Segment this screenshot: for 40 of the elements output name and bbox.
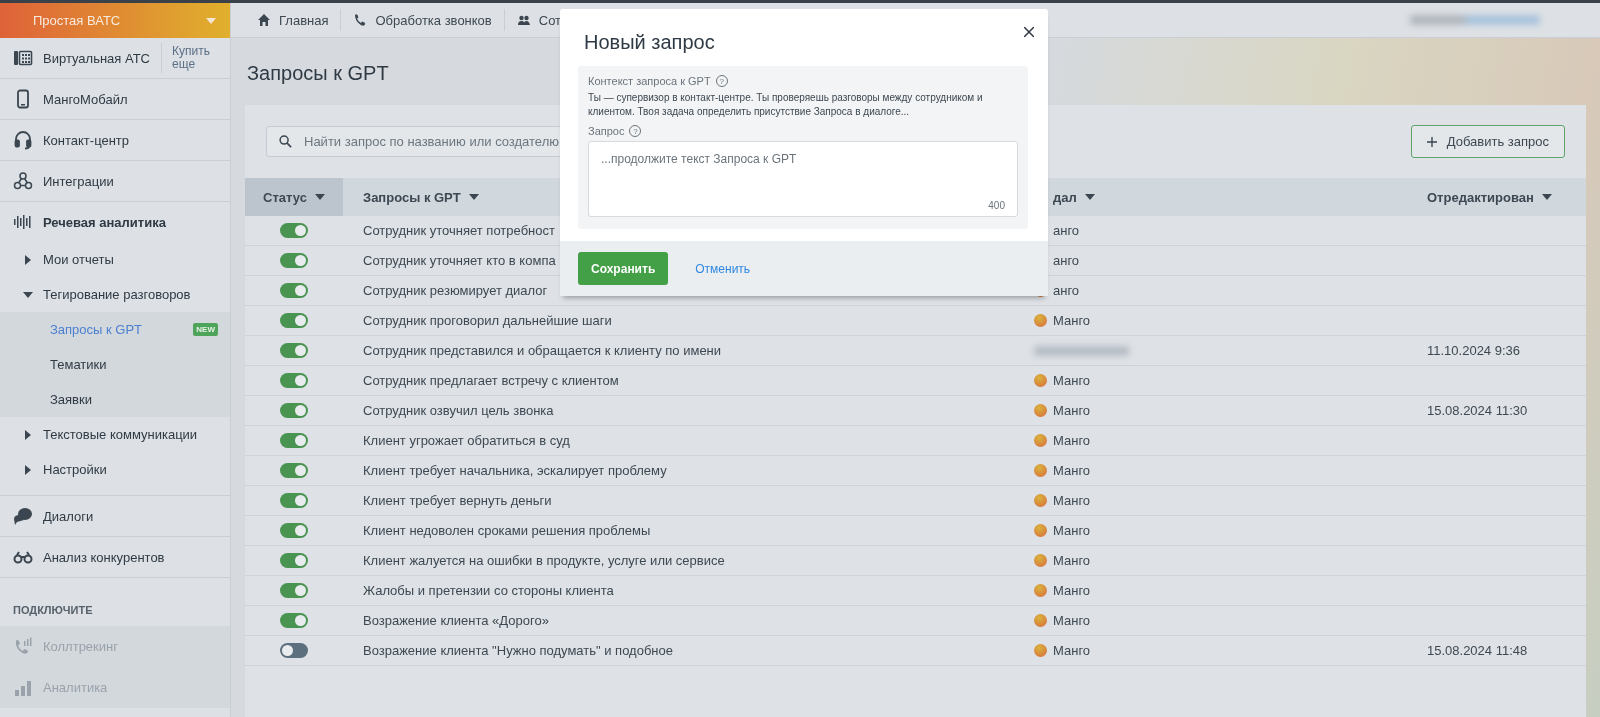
- table-cell: Манго: [1053, 373, 1091, 388]
- field-label: Контекст запроса к GPT: [588, 75, 711, 87]
- table-cell: Сотрудник резюмирует диалог: [363, 283, 548, 298]
- table-cell: Клиент жалуется на ошибки в продукте, услуге или сервисе: [363, 553, 725, 568]
- section-heading: ПОДКЛЮЧИТЕ: [12, 603, 94, 618]
- table-cell: Манго: [1053, 613, 1091, 628]
- table-cell: анго: [1053, 283, 1080, 298]
- table-cell: Манго: [1053, 553, 1091, 568]
- table-cell: 11.10.2024 9:36: [1427, 343, 1520, 358]
- table-cell: Манго: [1053, 523, 1091, 538]
- table-cell: Жалобы и претензии со стороны клиента: [363, 583, 614, 598]
- table-cell: Возражение клиента «Дорого»: [363, 613, 549, 628]
- table-cell: Манго: [1053, 643, 1091, 658]
- table-cell: Клиент угрожает обратиться в суд: [363, 433, 570, 448]
- table-cell: Возражение клиента "Нужно подумать" и подобное: [363, 643, 673, 658]
- page-title: Запросы к GPT: [246, 61, 390, 86]
- table-cell: Сотрудник уточняет потребност: [363, 223, 555, 238]
- dialog-title: Новый запрос: [584, 31, 715, 54]
- table-cell: Клиент требует вернуть деньги: [363, 493, 552, 508]
- new-badge: NEW: [193, 323, 218, 336]
- table-cell: Сотрудник проговорил дальнейшие шаги: [363, 313, 612, 328]
- table-cell: 15.08.2024 11:48: [1427, 643, 1528, 658]
- table-cell: Клиент недоволен сроками решения проблемы: [363, 523, 651, 538]
- table-cell: Сотрудник предлагает встречу с клиентом: [363, 373, 619, 388]
- table-cell: Манго: [1053, 403, 1091, 418]
- table-cell: Клиент требует начальника, эскалирует проблему: [363, 463, 667, 478]
- table-cell: Сотрудник озвучил цель звонка: [363, 403, 554, 418]
- table-cell: анго: [1053, 223, 1080, 238]
- table-cell: Манго: [1053, 493, 1091, 508]
- char-counter: 400: [988, 200, 1005, 211]
- table-cell: 15.08.2024 11:30: [1427, 403, 1528, 418]
- table-cell: Сотрудник представился и обращается к клиенту по имени: [363, 343, 722, 358]
- field-label: Запрос: [588, 125, 625, 137]
- context-text: Ты — супервизор в контакт-центре. Ты проверяешь разговоры между сотрудником и клиентом. Твоя задача определить присутствие Запроса в диалоге...: [588, 91, 984, 119]
- table-cell: Манго: [1053, 463, 1091, 478]
- table-cell: анго: [1053, 253, 1080, 268]
- table-cell: Манго: [1053, 313, 1091, 328]
- table-cell: Манго: [1053, 433, 1091, 448]
- table-cell: Манго: [1053, 583, 1091, 598]
- table-cell: Сотрудник уточняет кто в компа: [363, 253, 556, 268]
